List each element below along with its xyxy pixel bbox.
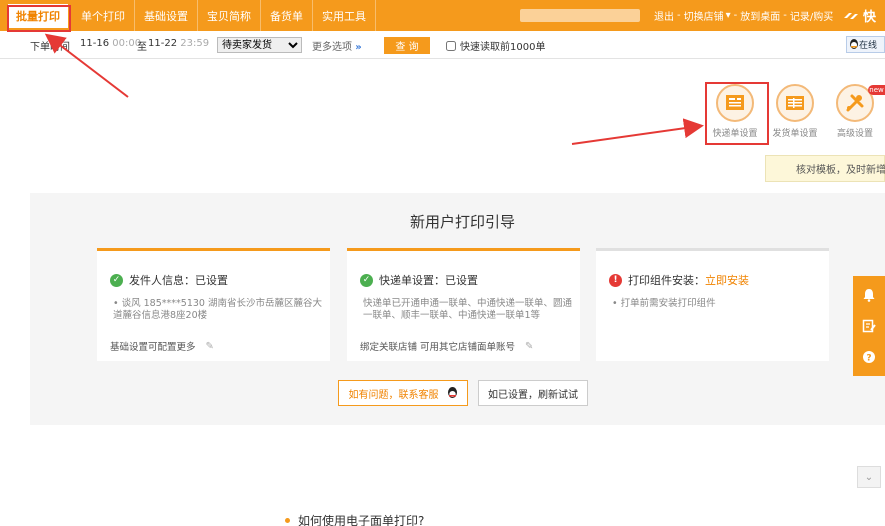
template-tip: 核对模板，及时新增 (765, 155, 885, 182)
guide-title: 新用户打印引导 (410, 213, 516, 231)
double-chevron-icon: » (355, 42, 362, 53)
faq-item[interactable]: 如何使用电子面单打印? (285, 512, 424, 526)
scroll-down-icon[interactable]: ⌄ (857, 466, 881, 488)
logout-link[interactable]: 退出 (654, 8, 674, 23)
sender-info-header: ✓ 发件人信息：已设置 (110, 272, 228, 288)
check-icon: ✓ (110, 273, 123, 287)
edit-icon[interactable]: ✎ (525, 341, 533, 352)
warning-icon: ! (609, 273, 622, 287)
tab-single-print[interactable]: 单个打印 (72, 0, 135, 31)
order-status-select[interactable]: 待卖家发货 (217, 37, 302, 53)
link-icon (844, 12, 858, 19)
top-right-links: 退出 - 切换店铺 ▾ - 放到桌面 - 记录/购买 (654, 0, 833, 31)
invoice-icon (776, 84, 814, 122)
sender-info-body: • 谈风 185****5130 湖南省长沙市岳麓区麓谷大道麓谷信息港8座20楼 (113, 298, 322, 321)
check-icon: ✓ (360, 273, 373, 287)
waybill-settings-body: 快递单已开通申通一联单、中通快递一联单、圆通一联单、顺丰一联单、中通快递一联单1… (363, 298, 573, 321)
faq-text: 如何使用电子面单打印? (298, 514, 425, 526)
records-purchase-link[interactable]: 记录/购买 (790, 8, 833, 23)
basic-settings-more-link[interactable]: 基础设置可配置更多 (110, 339, 196, 353)
start-date-input[interactable]: 11-16 00:00 (80, 38, 141, 49)
chevron-down-icon: ▾ (725, 10, 731, 21)
invoice-settings-button[interactable]: 发货单设置 (770, 84, 820, 139)
separator: - (783, 10, 787, 21)
print-plugin-header: ! 打印组件安装： 立即安装 (609, 272, 749, 288)
separator: - (733, 10, 738, 21)
tab-item-alias[interactable]: 宝贝简称 (198, 0, 261, 31)
feedback-icon[interactable] (859, 316, 879, 336)
contact-support-button[interactable]: 如有问题，联系客服 (338, 380, 468, 406)
switch-shop-link[interactable]: 切换店铺 (684, 8, 724, 23)
blurred-shop-name (520, 9, 640, 22)
quick-read-label: 快速读取前1000单 (460, 42, 546, 53)
to-label: 至 (137, 42, 147, 53)
end-time: 23:59 (180, 38, 210, 49)
waybill-settings-footer[interactable]: 绑定关联店铺 可用其它店铺面单账号 ✎ (360, 339, 533, 354)
edit-icon[interactable]: ✎ (206, 341, 214, 352)
quick-read-checkbox[interactable]: 快速读取前1000单 (446, 38, 545, 53)
end-date-input[interactable]: 11-22 23:59 (148, 38, 209, 49)
print-plugin-card: ! 打印组件安装： 立即安装 • 打单前需安装打印组件 (596, 248, 829, 361)
filter-bar: 下单时间 11-16 00:00 至 11-22 23:59 待卖家发货 更多选… (0, 31, 885, 59)
help-icon[interactable]: ? (859, 347, 879, 367)
order-time-label: 下单时间 (30, 42, 70, 53)
sender-info-footer[interactable]: 基础设置可配置更多 ✎ (110, 339, 214, 354)
top-nav: 批量打印 单个打印 基础设置 宝贝简称 备货单 实用工具 退出 - 切换店铺 ▾… (0, 0, 885, 31)
print-plugin-body: • 打单前需安装打印组件 (612, 298, 716, 309)
brand-text: 快 (863, 10, 877, 25)
more-options-text: 更多选项 (312, 42, 352, 53)
bullet-dot (285, 518, 290, 523)
brand-logo[interactable]: 快 (842, 0, 876, 31)
invoice-settings-label: 发货单设置 (772, 129, 818, 139)
bind-shop-link[interactable]: 绑定关联店铺 可用其它店铺面单账号 (360, 339, 515, 353)
tab-basic-settings[interactable]: 基础设置 (135, 0, 198, 31)
waybill-settings-title: 快递单设置：已设置 (379, 274, 478, 287)
end-date: 11-22 (148, 38, 178, 49)
highlight-box-tab (7, 5, 71, 32)
print-plugin-title: 打印组件安装： (628, 274, 705, 287)
floating-sidebar: ? (853, 276, 885, 376)
bell-icon[interactable] (859, 285, 879, 305)
online-text: 在线 (859, 41, 878, 51)
desktop-shortcut-link[interactable]: 放到桌面 (740, 8, 780, 23)
sender-info-card: ✓ 发件人信息：已设置 • 谈风 185****5130 湖南省长沙市岳麓区麓谷… (97, 248, 330, 361)
new-badge: new (868, 85, 885, 95)
more-options-link[interactable]: 更多选项 » (312, 38, 362, 53)
tab-stock-list[interactable]: 备货单 (261, 0, 313, 31)
start-date: 11-16 (80, 38, 110, 49)
advanced-settings-label: 高级设置 (836, 129, 873, 139)
waybill-settings-header: ✓ 快递单设置：已设置 (360, 272, 478, 288)
contact-support-label: 如有问题，联系客服 (348, 389, 439, 401)
refresh-button[interactable]: 如已设置，刷新试试 (478, 380, 588, 406)
waybill-settings-card: ✓ 快递单设置：已设置 快递单已开通申通一联单、中通快递一联单、圆通一联单、顺丰… (347, 248, 580, 361)
highlight-box-waybill (705, 82, 769, 145)
tab-tools[interactable]: 实用工具 (313, 0, 376, 31)
install-now-link[interactable]: 立即安装 (705, 272, 749, 288)
sender-info-title: 发件人信息：已设置 (129, 274, 228, 287)
qq-icon (447, 387, 457, 398)
query-button[interactable]: 查 询 (384, 37, 430, 54)
qq-icon (850, 39, 858, 49)
new-user-guide: 新用户打印引导 ✓ 发件人信息：已设置 • 谈风 185****5130 湖南省… (30, 193, 885, 425)
checkbox[interactable] (446, 40, 456, 51)
online-service-button[interactable]: 在线 (846, 36, 885, 53)
svg-text:?: ? (866, 353, 871, 363)
separator: - (677, 10, 681, 21)
